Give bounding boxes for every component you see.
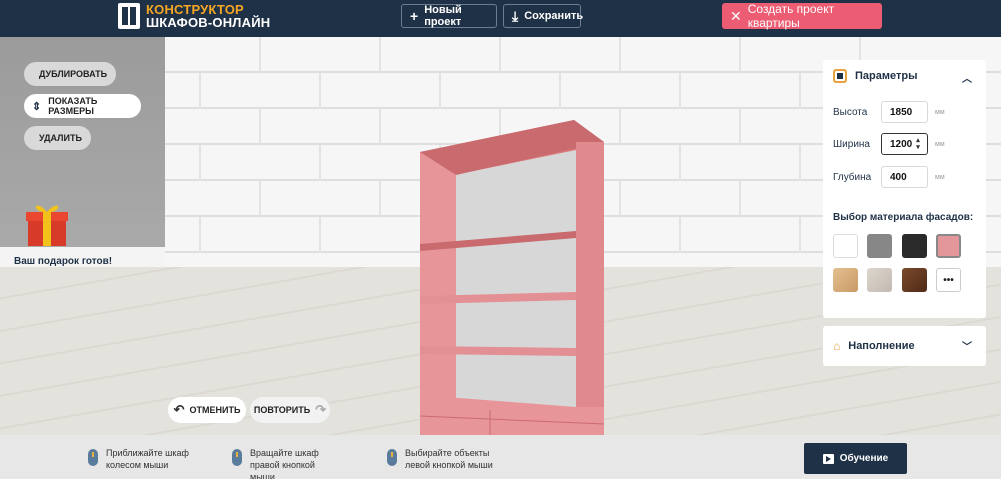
height-unit: мм bbox=[935, 108, 945, 116]
filling-panel[interactable]: ⌂ Наполнение ﹀ bbox=[823, 326, 986, 366]
swatch-pink-selected[interactable] bbox=[936, 234, 961, 258]
hint-select-text: Выбирайте объекты левой кнопкой мыши bbox=[405, 448, 493, 470]
material-title: Выбор материала фасадов: bbox=[833, 212, 974, 223]
mouse-wheel-icon bbox=[88, 449, 98, 466]
duplicate-label: ДУБЛИРОВАТЬ bbox=[39, 69, 108, 79]
hint-rotate: Вращайте шкаф правой кнопкой мыши bbox=[232, 447, 342, 479]
parameters-header[interactable]: Параметры bbox=[833, 69, 917, 83]
logo[interactable]: КОНСТРУКТОР ШКАФОВ-ОНЛАЙН bbox=[118, 3, 270, 29]
new-project-button[interactable]: + Новый проект bbox=[401, 4, 497, 28]
filling-title: Наполнение bbox=[848, 340, 915, 352]
gift-icon[interactable] bbox=[22, 200, 72, 248]
swatch-black[interactable] bbox=[902, 234, 927, 258]
hint-zoom-text: Приближайте шкаф колесом мыши bbox=[106, 448, 189, 470]
tools-icon: ✕ bbox=[730, 8, 742, 24]
mouse-left-icon bbox=[387, 449, 397, 466]
download-icon: ⤓ bbox=[512, 8, 519, 24]
undo-label: ОТМЕНИТЬ bbox=[189, 405, 241, 415]
show-dimensions-button[interactable]: ⇕ ПОКАЗАТЬ РАЗМЕРЫ bbox=[24, 94, 141, 118]
delete-label: УДАЛИТЬ bbox=[39, 133, 82, 143]
redo-arrow-icon: ↷ bbox=[315, 402, 327, 417]
tutorial-button[interactable]: Обучение bbox=[804, 443, 907, 474]
width-value: 1200 bbox=[890, 138, 913, 150]
hanger-icon: ⌂ bbox=[833, 339, 841, 353]
swatch-light-wood[interactable] bbox=[833, 268, 858, 292]
chevron-up-icon[interactable]: ︿ bbox=[962, 70, 972, 85]
swatch-dark-wood[interactable] bbox=[902, 268, 927, 292]
parameters-icon bbox=[833, 69, 847, 83]
width-row: Ширина 1200 ▴ ▾ мм bbox=[833, 133, 945, 155]
parameters-panel: Параметры ︿ Высота 1850 мм Ширина 1200 ▴… bbox=[823, 60, 986, 318]
swatch-white[interactable] bbox=[833, 234, 858, 258]
height-row: Высота 1850 мм bbox=[833, 101, 945, 123]
redo-label: ПОВТОРИТЬ bbox=[253, 405, 311, 415]
hint-zoom: Приближайте шкаф колесом мыши bbox=[88, 447, 198, 471]
chevron-down-icon[interactable]: ﹀ bbox=[962, 338, 972, 353]
width-unit: мм bbox=[935, 140, 945, 148]
save-label: Сохранить bbox=[524, 10, 584, 22]
redo-button[interactable]: ПОВТОРИТЬ ↷ bbox=[250, 397, 330, 423]
plus-icon: + bbox=[410, 8, 419, 24]
new-project-label: Новый проект bbox=[424, 4, 462, 28]
create-apartment-label: Создать проект квартиры bbox=[747, 2, 835, 30]
delete-button[interactable]: УДАЛИТЬ bbox=[24, 126, 91, 150]
logo-line-2: ШКАФОВ-ОНЛАЙН bbox=[146, 15, 271, 30]
gift-message[interactable]: Ваш подарок готов! bbox=[14, 256, 112, 267]
width-label: Ширина bbox=[833, 138, 870, 150]
swatch-stone[interactable] bbox=[867, 268, 892, 292]
undo-arrow-icon: ↶ bbox=[173, 402, 185, 417]
depth-input[interactable]: 400 bbox=[881, 166, 928, 188]
hint-rotate-text: Вращайте шкаф правой кнопкой мыши bbox=[250, 448, 319, 479]
depth-label: Глубина bbox=[833, 171, 872, 183]
hint-select: Выбирайте объекты левой кнопкой мыши bbox=[387, 447, 509, 471]
height-label: Высота bbox=[833, 106, 868, 118]
tutorial-label: Обучение bbox=[839, 453, 889, 464]
create-apartment-button[interactable]: ✕ Создать проект квартиры bbox=[722, 2, 882, 30]
duplicate-button[interactable]: ДУБЛИРОВАТЬ bbox=[24, 62, 116, 86]
footer-bar: Приближайте шкаф колесом мыши Вращайте ш… bbox=[0, 435, 1001, 479]
more-swatches-button[interactable]: ••• bbox=[936, 268, 961, 292]
depth-row: Глубина 400 мм bbox=[833, 166, 945, 188]
undo-button[interactable]: ↶ ОТМЕНИТЬ bbox=[168, 397, 246, 423]
mouse-right-icon bbox=[232, 449, 242, 466]
wardrobe-logo-icon bbox=[118, 3, 140, 29]
play-icon bbox=[822, 453, 834, 464]
spinner-icon[interactable]: ▴ ▾ bbox=[916, 137, 920, 151]
bookcase-3d-model[interactable] bbox=[416, 120, 606, 435]
depth-unit: мм bbox=[935, 173, 945, 181]
height-input[interactable]: 1850 bbox=[881, 101, 928, 123]
show-dimensions-label: ПОКАЗАТЬ РАЗМЕРЫ bbox=[48, 96, 98, 116]
swatch-gray[interactable] bbox=[867, 234, 892, 258]
width-input[interactable]: 1200 ▴ ▾ bbox=[881, 133, 928, 155]
parameters-title: Параметры bbox=[855, 70, 918, 82]
ruler-icon: ⇕ bbox=[32, 100, 42, 113]
save-button[interactable]: ⤓ Сохранить bbox=[503, 4, 584, 28]
filling-header: ⌂ Наполнение bbox=[833, 339, 915, 353]
app-header: КОНСТРУКТОР ШКАФОВ-ОНЛАЙН + Новый проект… bbox=[0, 0, 1001, 37]
